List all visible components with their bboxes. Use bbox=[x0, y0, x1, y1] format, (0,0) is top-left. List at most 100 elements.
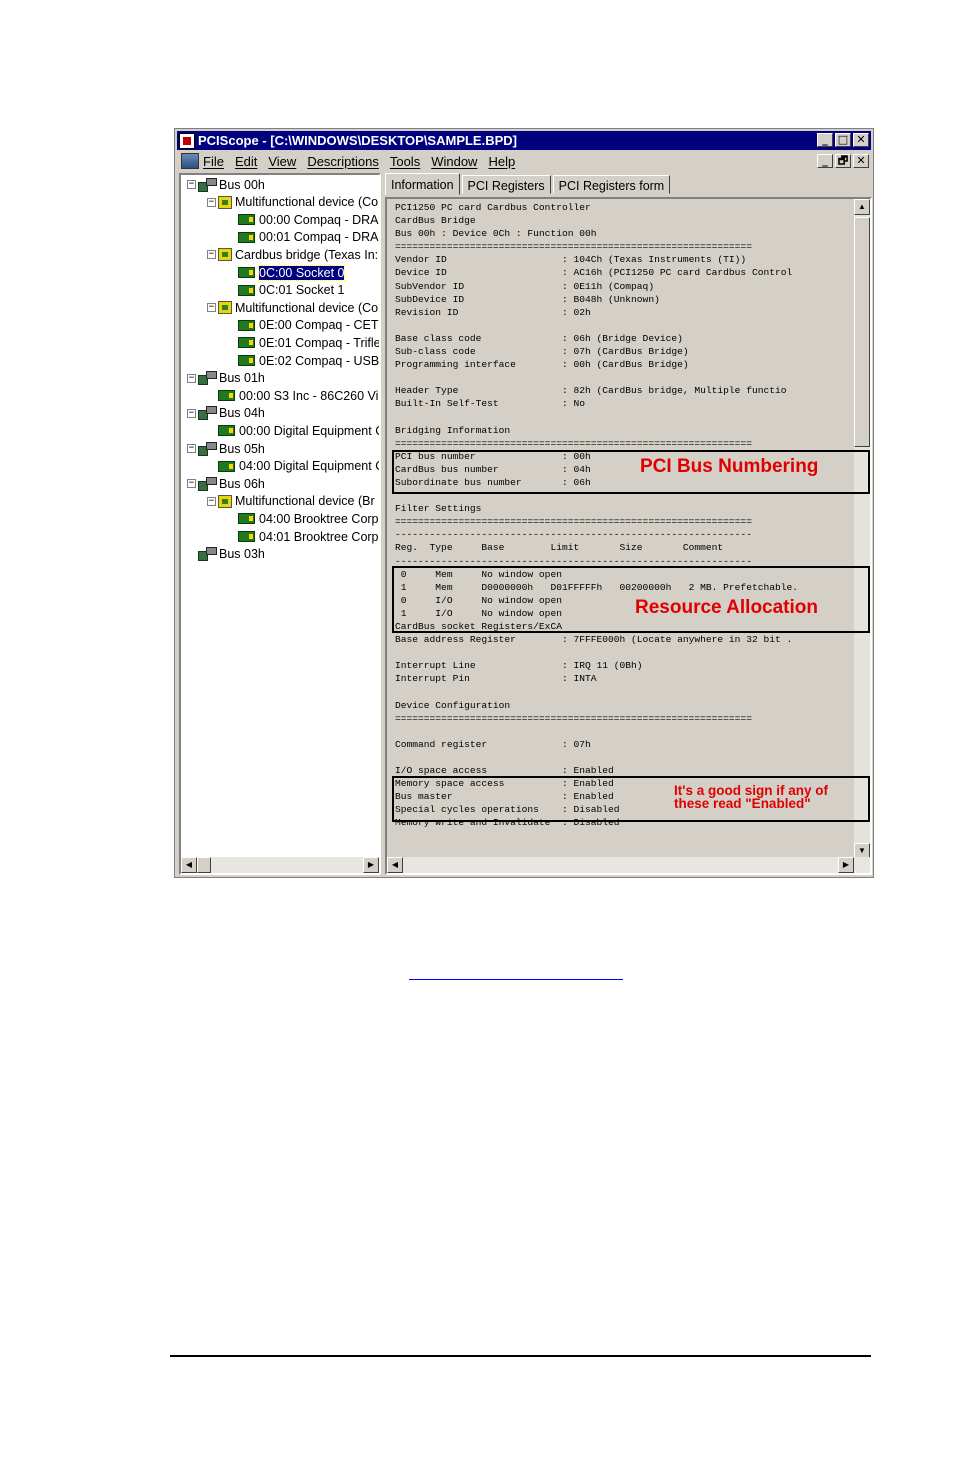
menu-edit[interactable]: Edit bbox=[235, 154, 257, 169]
tree-item[interactable]: − Cardbus bridge (Texas In: bbox=[207, 246, 378, 263]
tree-item-label: 0E:01 Compaq - Trifle bbox=[259, 335, 381, 350]
information-panel[interactable]: PCI1250 PC card Cardbus Controller CardBu… bbox=[385, 197, 872, 875]
tab-strip: Information PCI Registers PCI Registers … bbox=[385, 173, 672, 197]
info-line: ========================================… bbox=[395, 516, 752, 528]
close-button[interactable]: ✕ bbox=[853, 133, 869, 147]
tree-item[interactable]: − Bus 04h bbox=[187, 405, 265, 422]
tree-item[interactable]: − Bus 00h bbox=[187, 176, 265, 193]
tab-pci-registers[interactable]: PCI Registers bbox=[461, 175, 551, 194]
info-horizontal-scrollbar[interactable]: ◀ ▶ bbox=[387, 857, 870, 873]
tree-item[interactable]: − Bus 01h bbox=[187, 370, 265, 387]
scroll-left-button[interactable]: ◀ bbox=[181, 857, 197, 873]
mdi-minimize-button[interactable]: _ bbox=[817, 154, 833, 168]
tree-item[interactable]: − Multifunctional device (Co bbox=[207, 299, 378, 316]
tree-item-label: 00:00 Compaq - DRA bbox=[259, 212, 379, 227]
collapse-icon[interactable]: − bbox=[187, 180, 196, 189]
tree-item[interactable]: 04:01 Brooktree Corp bbox=[227, 528, 379, 545]
mdi-close-button[interactable]: ✕ bbox=[853, 154, 869, 168]
info-line: Built-In Self-Test : No bbox=[395, 398, 585, 410]
info-line: Device Configuration bbox=[395, 699, 511, 711]
bus-numbering-annotation: PCI Bus Numbering bbox=[640, 456, 819, 477]
tree-horizontal-scrollbar[interactable]: ◀ ▶ bbox=[181, 857, 379, 873]
multifunction-icon bbox=[218, 195, 232, 209]
device-tree[interactable]: ◀ ▶ − Bus 00h − Multifunctional device (Co 0… bbox=[179, 173, 381, 875]
tree-item[interactable]: 04:00 Brooktree Corp bbox=[227, 510, 379, 527]
device-icon bbox=[238, 214, 255, 226]
info-line: Base address Register : 7FFFE000h (Locat… bbox=[395, 634, 793, 646]
title-bar[interactable]: PCIScope - [C:\WINDOWS\DESKTOP\SAMPLE.BP… bbox=[177, 131, 871, 150]
device-icon bbox=[238, 355, 255, 366]
info-line: Vendor ID : 104Ch (Texas Instruments (TI… bbox=[395, 254, 747, 266]
tab-pci-registers-form[interactable]: PCI Registers form bbox=[552, 175, 671, 194]
pciscope-window: PCIScope - [C:\WINDOWS\DESKTOP\SAMPLE.BP… bbox=[174, 128, 874, 878]
info-vertical-scrollbar[interactable]: ▲ ▼ bbox=[854, 199, 870, 859]
info-line: ========================================… bbox=[395, 241, 752, 253]
tree-item[interactable]: − Bus 06h bbox=[187, 475, 265, 492]
menu-descriptions[interactable]: Descriptions bbox=[307, 154, 379, 169]
tree-item-label: Cardbus bridge (Texas In: bbox=[235, 247, 379, 262]
menu-file[interactable]: File bbox=[203, 154, 224, 169]
tree-item[interactable]: 00:00 Digital Equipment C bbox=[207, 422, 379, 439]
info-line: SubVendor ID : 0E11h (Compaq) bbox=[395, 280, 655, 292]
tree-item-label: Multifunctional device (Co bbox=[235, 300, 379, 315]
menu-tools[interactable]: Tools bbox=[390, 154, 420, 169]
menu-view[interactable]: View bbox=[268, 154, 296, 169]
menu-help[interactable]: Help bbox=[488, 154, 515, 169]
enabled-note-line2: these read "Enabled" bbox=[674, 796, 811, 811]
device-icon bbox=[238, 231, 255, 243]
collapse-icon[interactable]: − bbox=[207, 250, 216, 260]
collapse-icon[interactable]: − bbox=[207, 197, 216, 207]
tree-item[interactable]: 04:00 Digital Equipment C bbox=[207, 458, 379, 475]
tab-information[interactable]: Information bbox=[385, 173, 460, 195]
tree-item[interactable]: 0E:02 Compaq - USB bbox=[227, 352, 379, 369]
scroll-left-button[interactable]: ◀ bbox=[387, 857, 403, 873]
tree-item[interactable]: − Bus 05h bbox=[187, 440, 265, 457]
multifunction-icon bbox=[218, 494, 232, 508]
collapse-icon[interactable]: − bbox=[187, 408, 196, 418]
collapse-icon[interactable]: − bbox=[207, 496, 216, 506]
collapse-icon[interactable]: − bbox=[187, 444, 196, 453]
tree-item-label: 0E:02 Compaq - USB bbox=[259, 353, 380, 368]
tree-item[interactable]: 0E:01 Compaq - Trifle bbox=[227, 334, 381, 351]
tree-item[interactable]: 00:00 S3 Inc - 86C260 Vi bbox=[207, 387, 378, 404]
collapse-icon[interactable]: − bbox=[187, 479, 196, 489]
resource-allocation-annotation: Resource Allocation bbox=[635, 597, 819, 618]
device-icon bbox=[238, 337, 255, 349]
tree-item[interactable]: − Multifunctional device (Br bbox=[207, 493, 375, 510]
menu-bar: File Edit View Descriptions Tools Window… bbox=[177, 151, 871, 171]
menu-window[interactable]: Window bbox=[431, 154, 477, 169]
info-line bbox=[395, 725, 855, 738]
mdi-restore-button[interactable]: 🗗 bbox=[835, 154, 851, 168]
scroll-up-button[interactable]: ▲ bbox=[854, 199, 870, 215]
tree-item[interactable]: − Multifunctional device (Co bbox=[207, 194, 378, 211]
window-title: PCIScope - [C:\WINDOWS\DESKTOP\SAMPLE.BP… bbox=[198, 133, 517, 148]
tree-item[interactable]: 0C:00 Socket 0 bbox=[227, 264, 346, 281]
scroll-thumb[interactable] bbox=[854, 217, 870, 447]
info-line: Reg. Type Base Limit Size Comment bbox=[395, 542, 724, 554]
scroll-thumb[interactable] bbox=[197, 857, 211, 873]
info-line: Device ID : AC16h (PCI1250 PC card Cardb… bbox=[395, 267, 793, 279]
information-text: PCI1250 PC card Cardbus Controller CardBu… bbox=[395, 201, 855, 830]
info-line: SubDevice ID : B048h (Unknown) bbox=[395, 293, 660, 305]
info-line: Programming interface : 00h (CardBus Bri… bbox=[395, 359, 689, 371]
maximize-button[interactable]: □ bbox=[835, 133, 851, 147]
collapse-icon[interactable]: − bbox=[207, 303, 216, 313]
hyperlink-underline[interactable] bbox=[409, 979, 623, 980]
info-line: Revision ID : 02h bbox=[395, 306, 591, 318]
info-line: Base class code : 06h (Bridge Device) bbox=[395, 332, 683, 344]
info-line bbox=[395, 646, 855, 659]
info-line bbox=[395, 371, 855, 384]
minimize-button[interactable]: _ bbox=[817, 133, 833, 147]
info-line: Bus 00h : Device 0Ch : Function 00h bbox=[395, 228, 597, 240]
tree-item[interactable]: 0C:01 Socket 1 bbox=[227, 282, 344, 299]
tree-item[interactable]: 0E:00 Compaq - CET bbox=[227, 317, 379, 334]
tree-item[interactable]: 00:01 Compaq - DRA bbox=[227, 229, 379, 246]
scroll-right-button[interactable]: ▶ bbox=[363, 857, 379, 873]
tree-item-label: 04:00 Brooktree Corp bbox=[259, 511, 379, 526]
scroll-right-button[interactable]: ▶ bbox=[838, 857, 854, 873]
collapse-icon[interactable]: − bbox=[187, 373, 196, 383]
tree-item[interactable]: Bus 03h bbox=[187, 546, 265, 563]
document-icon[interactable] bbox=[181, 153, 199, 169]
tree-item-label: Multifunctional device (Co bbox=[235, 195, 379, 210]
tree-item[interactable]: 00:00 Compaq - DRA bbox=[227, 211, 379, 228]
